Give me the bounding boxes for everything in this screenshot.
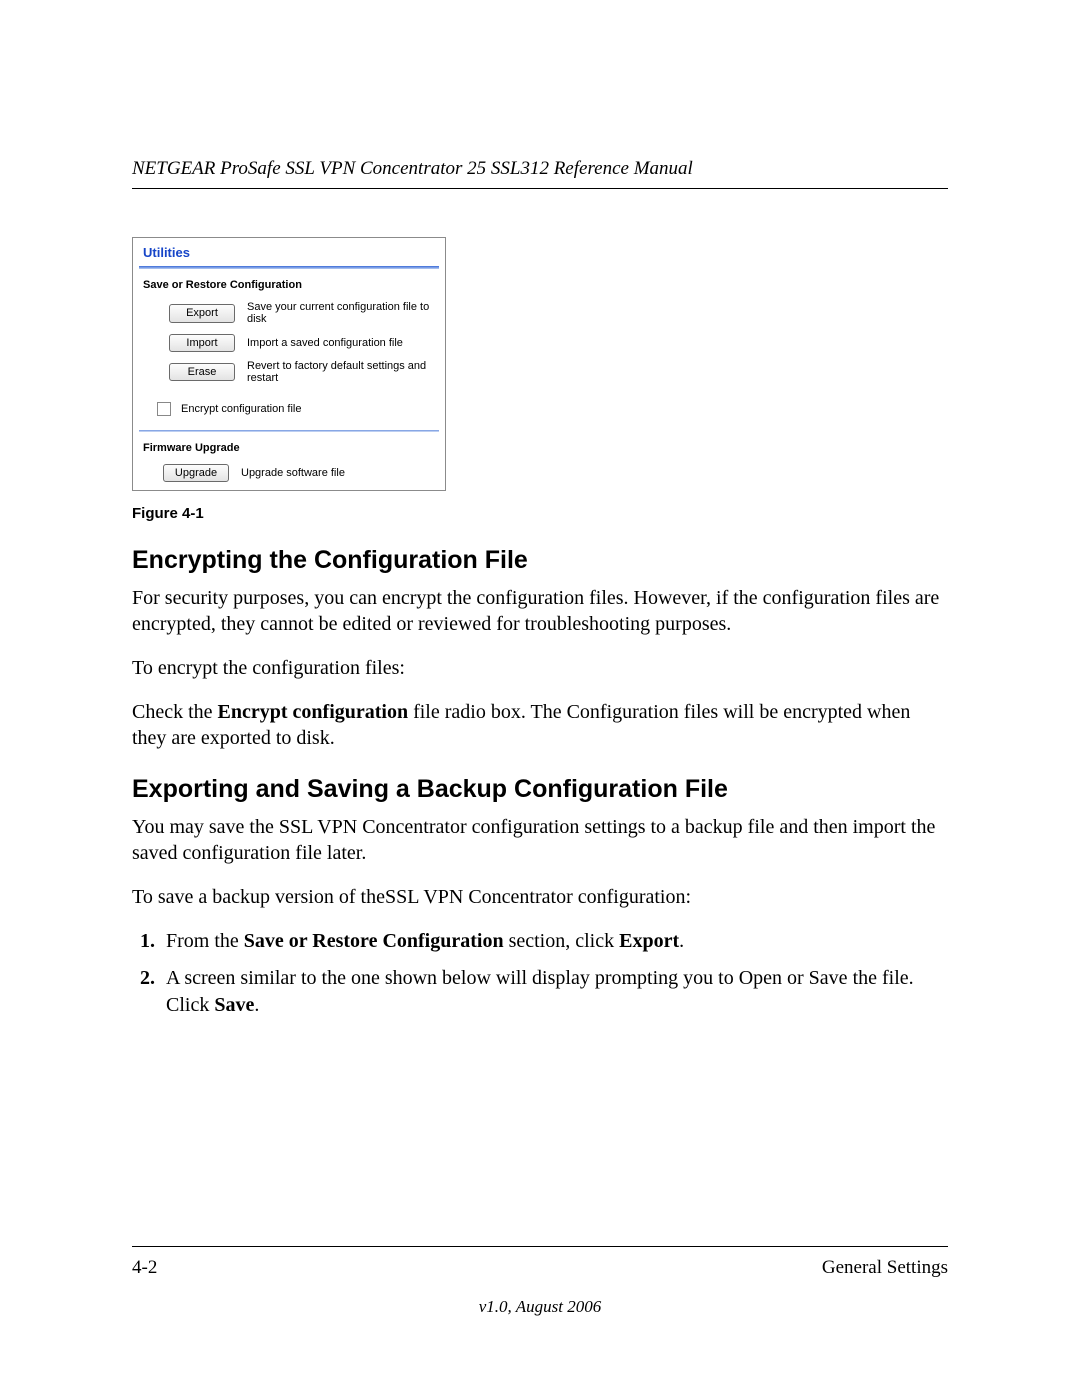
steps-list: From the Save or Restore Configuration s…: [132, 928, 948, 1019]
step-2: A screen similar to the one shown below …: [160, 965, 948, 1019]
heading-encrypting: Encrypting the Configuration File: [132, 546, 948, 575]
section-save-restore: Save or Restore Configuration: [133, 269, 445, 297]
running-header: NETGEAR ProSafe SSL VPN Concentrator 25 …: [132, 158, 948, 189]
row-import: Import Import a saved configuration file: [139, 330, 439, 356]
para-export-lead: To save a backup version of theSSL VPN C…: [132, 884, 948, 910]
encrypt-label: Encrypt configuration file: [181, 403, 301, 415]
doc-version: v1.0, August 2006: [132, 1297, 948, 1317]
para-encrypt-lead: To encrypt the configuration files:: [132, 655, 948, 681]
section-firmware: Firmware Upgrade: [133, 432, 445, 460]
upgrade-button[interactable]: Upgrade: [163, 464, 229, 482]
encrypt-checkbox[interactable]: [157, 402, 171, 416]
encrypt-row: Encrypt configuration file: [139, 388, 439, 430]
row-upgrade: Upgrade Upgrade software file: [133, 460, 445, 490]
erase-button[interactable]: Erase: [169, 363, 235, 381]
page-footer: 4-2 General Settings v1.0, August 2006: [132, 1246, 948, 1317]
panel-title: Utilities: [133, 238, 445, 266]
export-button[interactable]: Export: [169, 304, 235, 322]
step-1: From the Save or Restore Configuration s…: [160, 928, 948, 955]
para-encrypt-intro: For security purposes, you can encrypt t…: [132, 585, 948, 637]
import-button[interactable]: Import: [169, 334, 235, 352]
heading-exporting: Exporting and Saving a Backup Configurat…: [132, 775, 948, 804]
figure-caption: Figure 4-1: [132, 505, 948, 522]
section-name: General Settings: [822, 1257, 948, 1279]
erase-desc: Revert to factory default settings and r…: [247, 360, 439, 384]
row-export: Export Save your current configuration f…: [139, 297, 439, 329]
page-number: 4-2: [132, 1257, 157, 1279]
row-erase: Erase Revert to factory default settings…: [139, 356, 439, 388]
utilities-panel: Utilities Save or Restore Configuration …: [132, 237, 446, 491]
import-desc: Import a saved configuration file: [247, 337, 439, 349]
para-encrypt-instruction: Check the Encrypt configuration file rad…: [132, 699, 948, 751]
export-desc: Save your current configuration file to …: [247, 301, 439, 325]
upgrade-desc: Upgrade software file: [241, 467, 345, 479]
para-export-intro: You may save the SSL VPN Concentrator co…: [132, 814, 948, 866]
